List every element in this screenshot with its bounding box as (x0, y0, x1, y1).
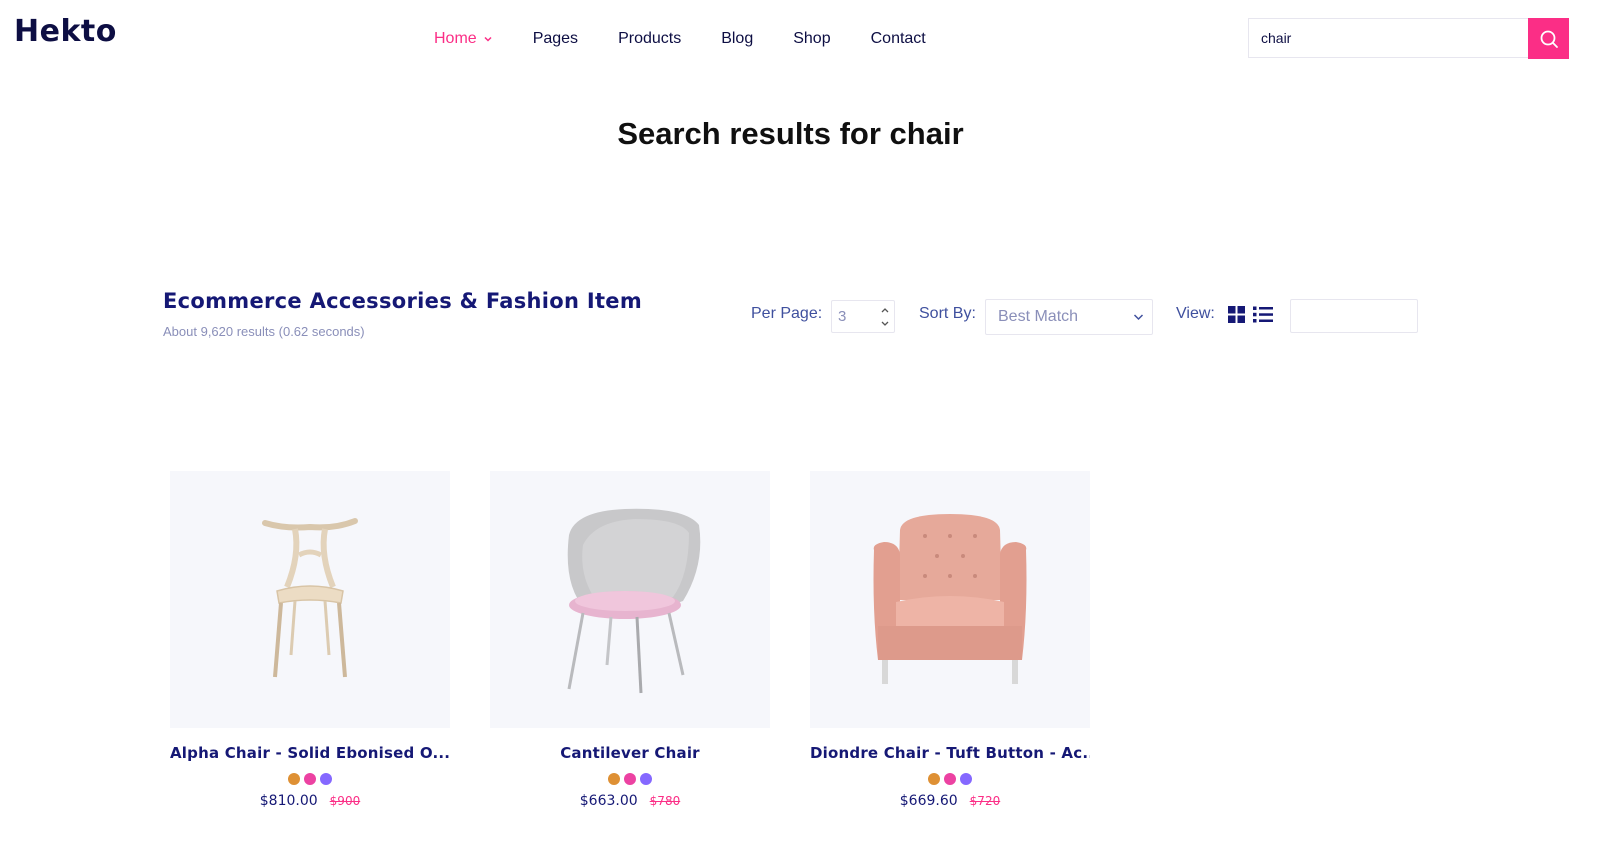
search-button[interactable] (1528, 18, 1569, 59)
list-view-icon[interactable] (1253, 306, 1273, 323)
sort-label: Sort By: (919, 305, 976, 322)
nav-item-blog[interactable]: Blog (721, 30, 753, 48)
per-page-value: 3 (838, 308, 847, 325)
sort-select[interactable]: Best Match (985, 299, 1153, 335)
product-image[interactable] (490, 471, 770, 728)
chevron-up-icon[interactable] (880, 306, 890, 314)
color-swatches (810, 773, 1090, 785)
nav-item-label: Shop (793, 30, 831, 47)
site-logo[interactable]: Hekto (14, 14, 117, 49)
color-swatch[interactable] (320, 773, 332, 785)
product-price: $663.00 (579, 793, 638, 809)
color-swatch[interactable] (640, 773, 652, 785)
per-page-label: Per Page: (751, 305, 823, 322)
nav-item-contact[interactable]: Contact (871, 30, 926, 48)
nav-item-label: Blog (721, 30, 754, 47)
section-title: Ecommerce Accessories & Fashion Item (163, 289, 643, 313)
product-name[interactable]: Cantilever Chair (490, 744, 770, 762)
nav-item-home[interactable]: Home (434, 30, 493, 48)
chevron-down-icon[interactable] (880, 320, 890, 328)
color-swatch[interactable] (288, 773, 300, 785)
nav-item-pages[interactable]: Pages (533, 30, 578, 48)
product-old-price: $780 (649, 794, 681, 808)
product-name[interactable]: Diondre Chair - Tuft Button - Ac... (810, 744, 1090, 762)
product-old-price: $720 (969, 794, 1001, 808)
product-price: $669.60 (899, 793, 958, 809)
main-nav: Home Pages Products Blog Shop Contact (434, 28, 966, 50)
color-swatches (490, 773, 770, 785)
color-swatch[interactable] (624, 773, 636, 785)
results-count: About 9,620 results (0.62 seconds) (163, 324, 365, 339)
color-swatch[interactable] (304, 773, 316, 785)
nav-item-shop[interactable]: Shop (793, 30, 830, 48)
color-swatch[interactable] (928, 773, 940, 785)
page-title: Search results for chair (617, 116, 964, 151)
nav-item-label: Pages (532, 30, 579, 47)
product-price: $810.00 (259, 793, 318, 809)
grey-shell-chair-image (567, 508, 701, 693)
nav-item-label: Home (434, 30, 477, 47)
color-swatch[interactable] (944, 773, 956, 785)
price-row: $810.00 $900 (170, 793, 450, 809)
view-label: View: (1176, 305, 1215, 322)
per-page-input[interactable]: 3 (831, 300, 895, 333)
product-name[interactable]: Alpha Chair - Solid Ebonised O... (170, 744, 450, 762)
chevron-down-icon (484, 36, 492, 42)
sort-value: Best Match (998, 308, 1079, 325)
nav-item-label: Products (618, 30, 682, 47)
nav-item-label: Contact (870, 30, 926, 47)
product-old-price: $900 (329, 794, 361, 808)
product-image[interactable] (810, 471, 1090, 728)
pink-armchair-image (873, 513, 1027, 684)
search-field (1248, 18, 1528, 58)
search-icon (1540, 30, 1558, 48)
grid-view-icon[interactable] (1228, 306, 1245, 323)
search-input[interactable] (1249, 19, 1528, 57)
product-card[interactable]: Diondre Chair - Tuft Button - Ac... $669… (810, 471, 1090, 809)
color-swatch[interactable] (608, 773, 620, 785)
price-row: $663.00 $780 (490, 793, 770, 809)
price-row: $669.60 $720 (810, 793, 1090, 809)
product-card[interactable]: Cantilever Chair $663.00 $780 (490, 471, 770, 809)
wooden-chair-image (262, 517, 358, 677)
product-card[interactable]: Alpha Chair - Solid Ebonised O... $810.0… (170, 471, 450, 809)
color-swatches (170, 773, 450, 785)
color-swatch[interactable] (960, 773, 972, 785)
product-image[interactable] (170, 471, 450, 728)
nav-item-products[interactable]: Products (618, 30, 681, 48)
per-page-stepper[interactable] (880, 306, 890, 328)
view-filter-input[interactable] (1290, 299, 1418, 333)
chevron-down-icon (1133, 314, 1144, 321)
